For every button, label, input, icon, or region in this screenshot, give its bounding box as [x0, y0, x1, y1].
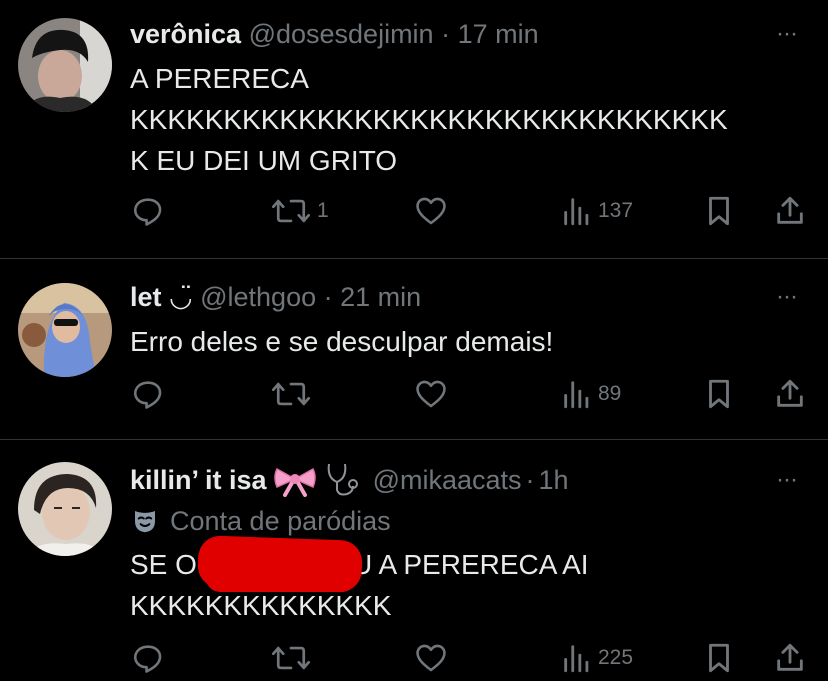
- timestamp[interactable]: 21 min: [340, 282, 421, 312]
- post-text-line: KKKKKKKKKKKKKKKKKKKKKKKKKKKKKKKK: [130, 104, 728, 135]
- post-text-prefix: SE O: [130, 549, 197, 580]
- bookmark-icon: [709, 196, 729, 226]
- share-button[interactable]: [773, 194, 807, 228]
- avatar[interactable]: [18, 462, 112, 556]
- view-count: 225: [598, 646, 634, 669]
- repost-count: 1: [317, 199, 329, 222]
- post-header: killin’ it isa @mikaacats · 1h: [130, 460, 569, 500]
- share-button[interactable]: [773, 377, 807, 411]
- like-icon: [416, 644, 446, 672]
- bookmark-icon: [709, 379, 729, 409]
- post-text-line: K EU DEI UM GRITO: [130, 145, 398, 176]
- reply-button[interactable]: [131, 377, 171, 411]
- separator-dot: ·: [441, 19, 451, 49]
- stethoscope-emoji: [327, 463, 358, 496]
- post-text-line: A PERERECA: [130, 63, 309, 94]
- share-icon: [777, 196, 803, 224]
- like-button[interactable]: [414, 641, 454, 675]
- avatar-image: [18, 462, 112, 556]
- display-name[interactable]: killin’ it isa: [130, 463, 267, 497]
- display-name[interactable]: verônica: [130, 19, 241, 49]
- bookmark-icon: [709, 643, 729, 673]
- repost-button[interactable]: [271, 641, 317, 675]
- repost-icon: [271, 646, 311, 670]
- parody-label-text: Conta de paródias: [170, 506, 391, 536]
- reply-icon: [133, 198, 162, 226]
- smiley-emoji: ◡̈: [169, 282, 193, 312]
- post-2[interactable]: let ◡̈ @lethgoo · 21 min ··· Erro deles …: [0, 259, 828, 439]
- repost-button[interactable]: [271, 377, 317, 411]
- more-icon[interactable]: ···: [776, 468, 798, 492]
- views-button[interactable]: 225: [562, 641, 633, 675]
- post-1[interactable]: verônica @dosesdejimin · 17 min ··· A PE…: [0, 0, 828, 258]
- user-handle[interactable]: @dosesdejimin: [249, 19, 434, 49]
- post-3[interactable]: killin’ it isa @mikaacats · 1h ··· Conta…: [0, 440, 828, 673]
- views-icon: [564, 381, 589, 409]
- action-bar: 89: [0, 377, 828, 417]
- bookmark-button[interactable]: [704, 194, 734, 228]
- user-handle[interactable]: @mikaacats: [373, 463, 522, 497]
- parody-label: Conta de paródias: [130, 504, 391, 538]
- more-icon[interactable]: ···: [776, 22, 798, 46]
- bookmark-button[interactable]: [704, 641, 734, 675]
- like-button[interactable]: [414, 377, 454, 411]
- views-button[interactable]: 137: [562, 194, 633, 228]
- like-button[interactable]: [414, 194, 454, 228]
- repost-button[interactable]: 1: [271, 194, 329, 228]
- post-text-suffix: U A PERERECA AI: [352, 549, 589, 580]
- like-icon: [416, 197, 446, 225]
- post-text: A PERERECA KKKKKKKKKKKKKKKKKKKKKKKKKKKKK…: [130, 58, 810, 181]
- mask-icon: [135, 511, 155, 533]
- avatar-image: [18, 18, 112, 112]
- share-button[interactable]: [773, 641, 807, 675]
- views-button[interactable]: 89: [562, 377, 621, 411]
- share-icon: [777, 643, 803, 671]
- timestamp[interactable]: 1h: [539, 463, 569, 497]
- reply-icon: [133, 645, 162, 673]
- display-name[interactable]: let: [130, 282, 162, 312]
- more-icon[interactable]: ···: [776, 285, 798, 309]
- action-bar: 1 137: [0, 194, 828, 234]
- red-scribble-redaction: [206, 552, 356, 592]
- avatar[interactable]: [18, 18, 112, 112]
- avatar[interactable]: [18, 283, 112, 377]
- view-count: 137: [598, 199, 634, 222]
- views-icon: [564, 645, 589, 673]
- repost-icon: [271, 382, 311, 406]
- bookmark-button[interactable]: [704, 377, 734, 411]
- bow-emoji: [273, 467, 316, 497]
- like-icon: [416, 380, 446, 408]
- avatar-image: [18, 283, 112, 377]
- reply-button[interactable]: [131, 194, 171, 228]
- reply-icon: [133, 381, 162, 409]
- reply-button[interactable]: [131, 641, 171, 675]
- share-icon: [777, 379, 803, 407]
- post-header: let ◡̈ @lethgoo · 21 min: [130, 280, 421, 314]
- post-text-line: Erro deles e se desculpar demais!: [130, 326, 554, 357]
- separator-dot: ·: [525, 465, 535, 495]
- repost-icon: [271, 199, 311, 223]
- separator-dot: ·: [323, 282, 333, 312]
- timestamp[interactable]: 17 min: [458, 19, 539, 49]
- user-handle[interactable]: @lethgoo: [200, 282, 316, 312]
- view-count: 89: [598, 382, 622, 405]
- action-bar: 225: [0, 641, 828, 681]
- views-icon: [564, 198, 589, 226]
- post-header: verônica @dosesdejimin · 17 min: [130, 17, 539, 51]
- post-text: Erro deles e se desculpar demais!: [130, 321, 810, 362]
